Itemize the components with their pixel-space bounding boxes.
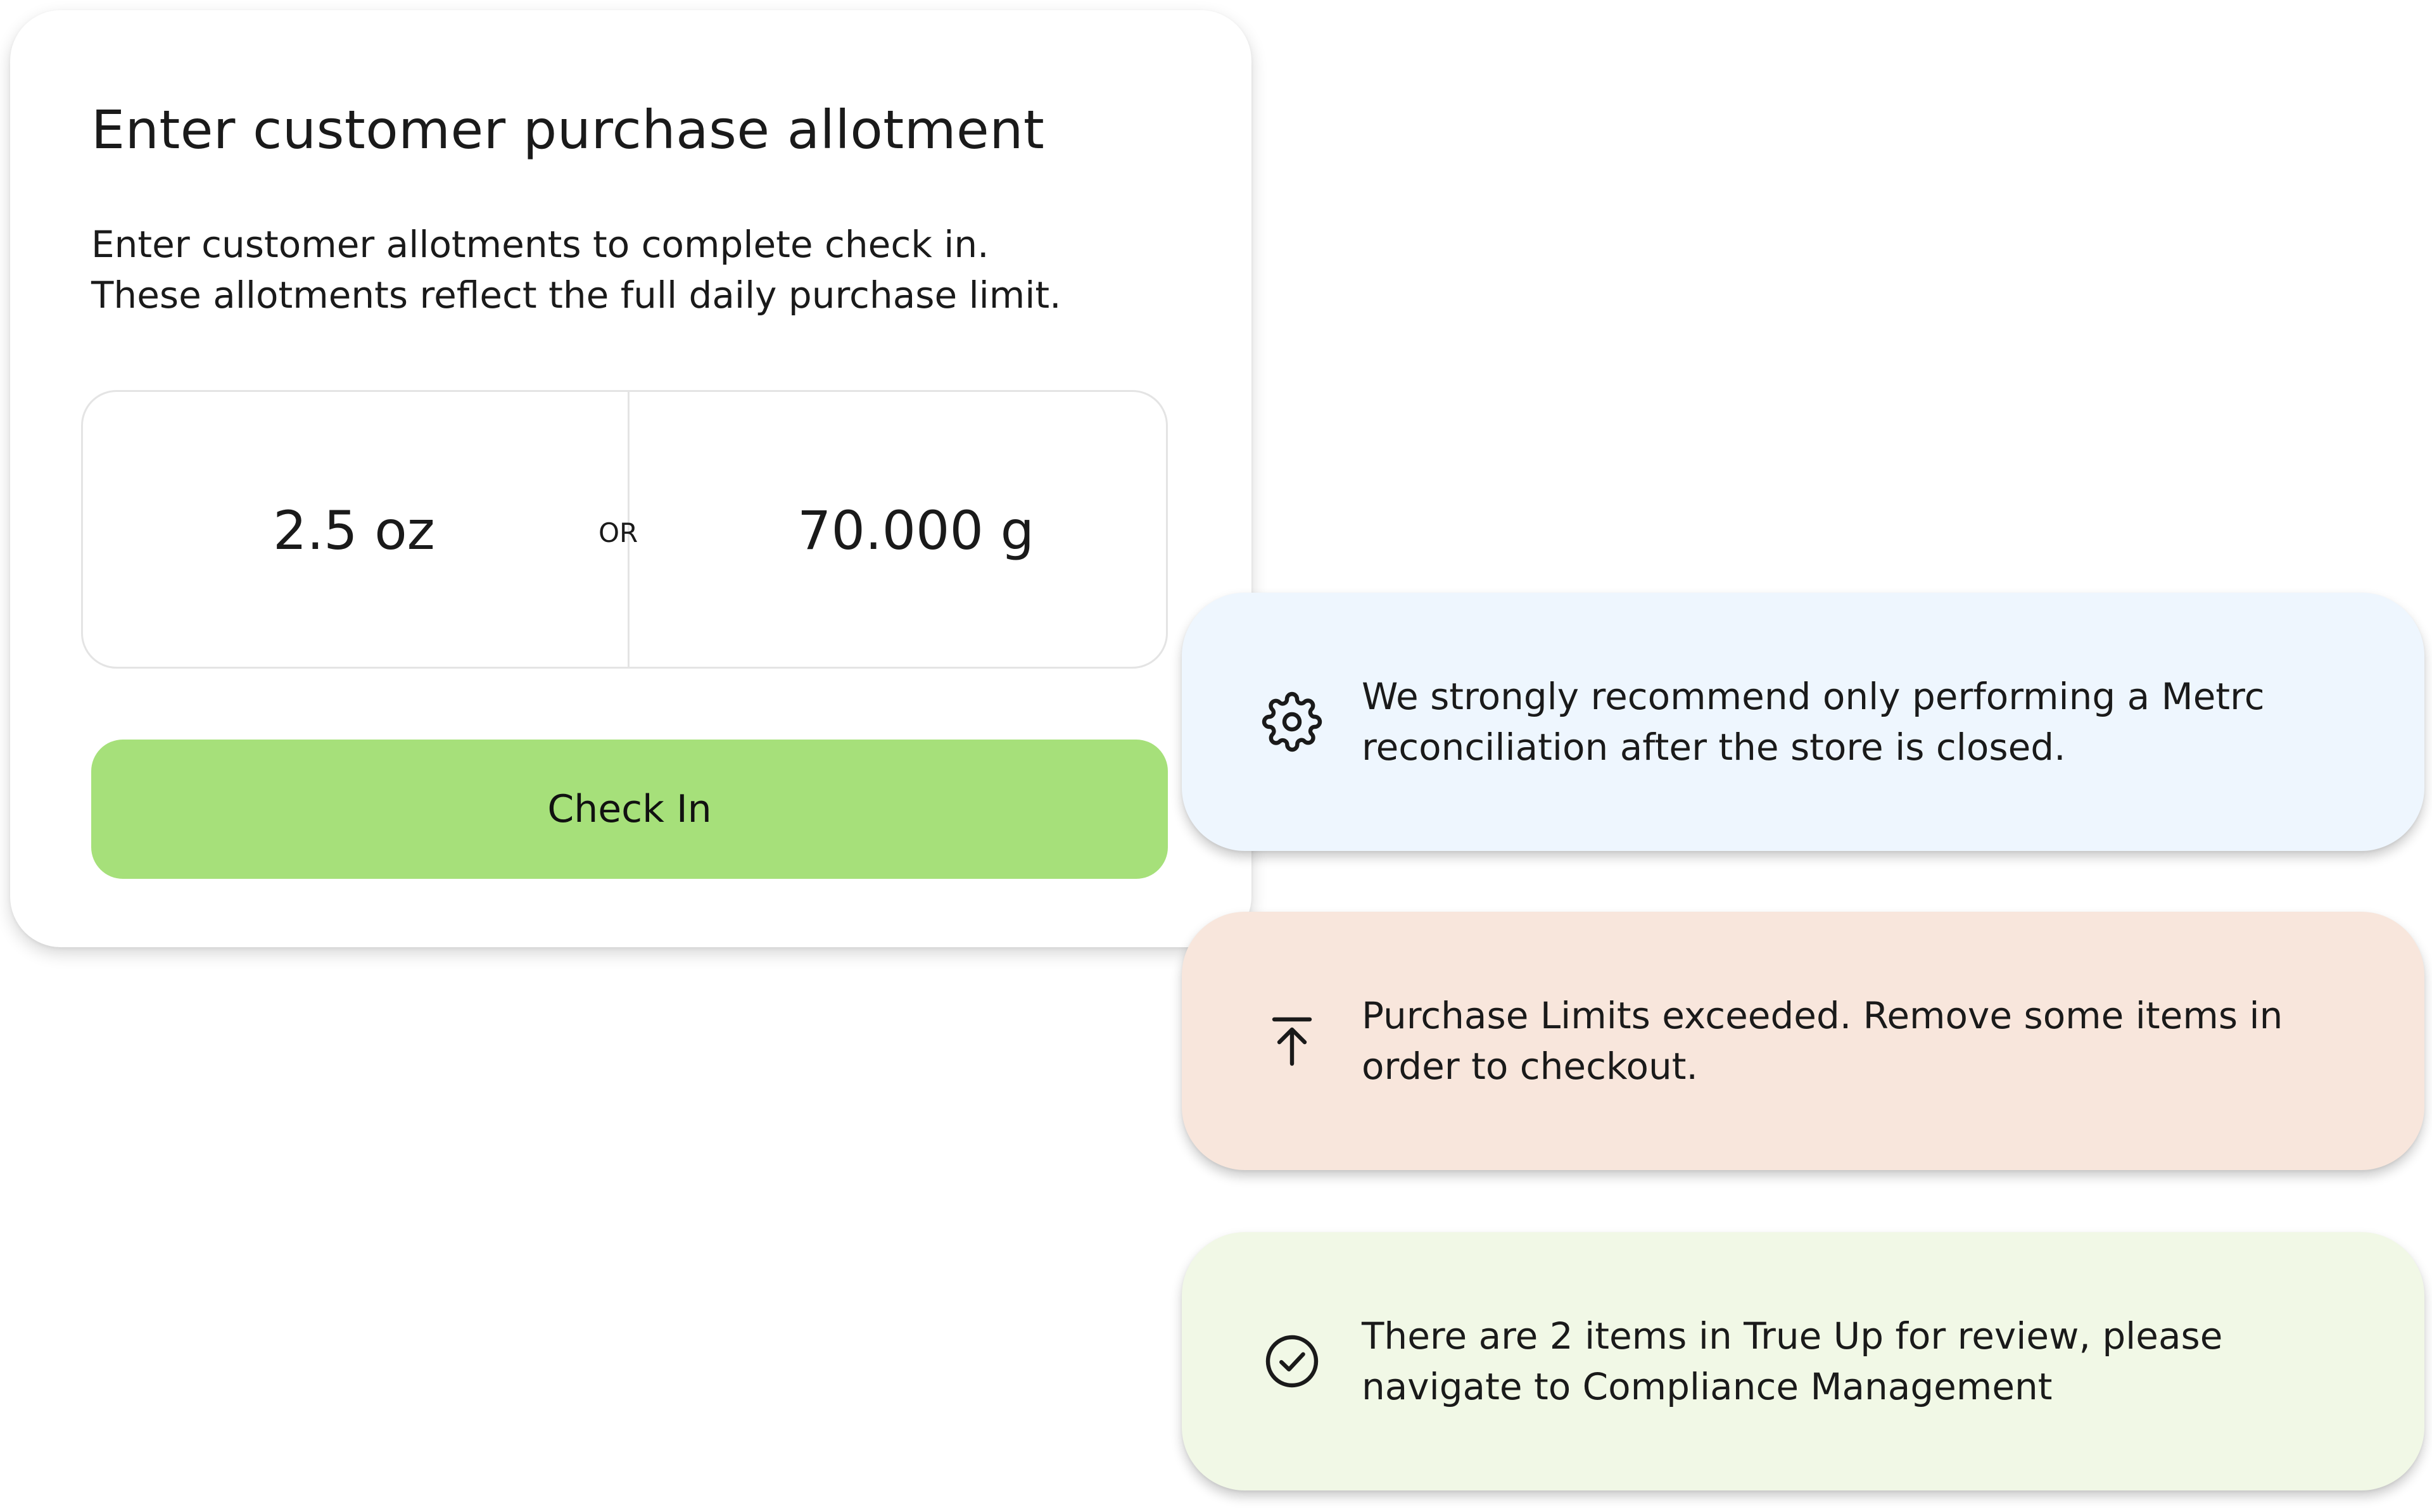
check-circle-icon	[1265, 1335, 1319, 1388]
allotment-input-group: 2.5 oz OR 70.000 g	[81, 390, 1168, 669]
arrow-up-to-line-icon	[1272, 1017, 1312, 1066]
notice-text-line: Purchase Limits exceeded. Remove some it…	[1362, 994, 2283, 1037]
notice-text-line: We strongly recommend only performing a …	[1362, 675, 2265, 718]
allotment-grams-field[interactable]: 70.000 g	[797, 500, 1034, 562]
allotment-ounces-field[interactable]: 2.5 oz	[273, 500, 435, 562]
notice-text: Purchase Limits exceeded. Remove some it…	[1362, 990, 2400, 1092]
card-description-line: These allotments reflect the full daily …	[91, 274, 1061, 317]
true-up-review-notice: There are 2 items in True Up for review,…	[1182, 1232, 2424, 1490]
page: Enter customer purchase allotment Enter …	[0, 0, 2432, 1512]
gear-icon	[1262, 691, 1322, 752]
metrc-reconciliation-notice: We strongly recommend only performing a …	[1182, 593, 2424, 851]
allotment-or-separator: OR	[598, 517, 638, 548]
notice-text: We strongly recommend only performing a …	[1362, 671, 2400, 772]
notice-text-line: navigate to Compliance Management	[1362, 1365, 2053, 1408]
notice-text-line: order to checkout.	[1362, 1045, 1698, 1088]
notice-text-line: There are 2 items in True Up for review,…	[1362, 1314, 2223, 1358]
notice-text-line: reconciliation after the store is closed…	[1362, 726, 2066, 769]
purchase-allotment-card: Enter customer purchase allotment Enter …	[10, 10, 1251, 947]
card-description: Enter customer allotments to complete ch…	[91, 219, 1061, 320]
card-title: Enter customer purchase allotment	[91, 99, 1045, 161]
check-in-button[interactable]: Check In	[91, 740, 1168, 879]
card-description-line: Enter customer allotments to complete ch…	[91, 223, 989, 266]
purchase-limit-notice: Purchase Limits exceeded. Remove some it…	[1182, 912, 2424, 1170]
notice-text: There are 2 items in True Up for review,…	[1362, 1311, 2400, 1412]
